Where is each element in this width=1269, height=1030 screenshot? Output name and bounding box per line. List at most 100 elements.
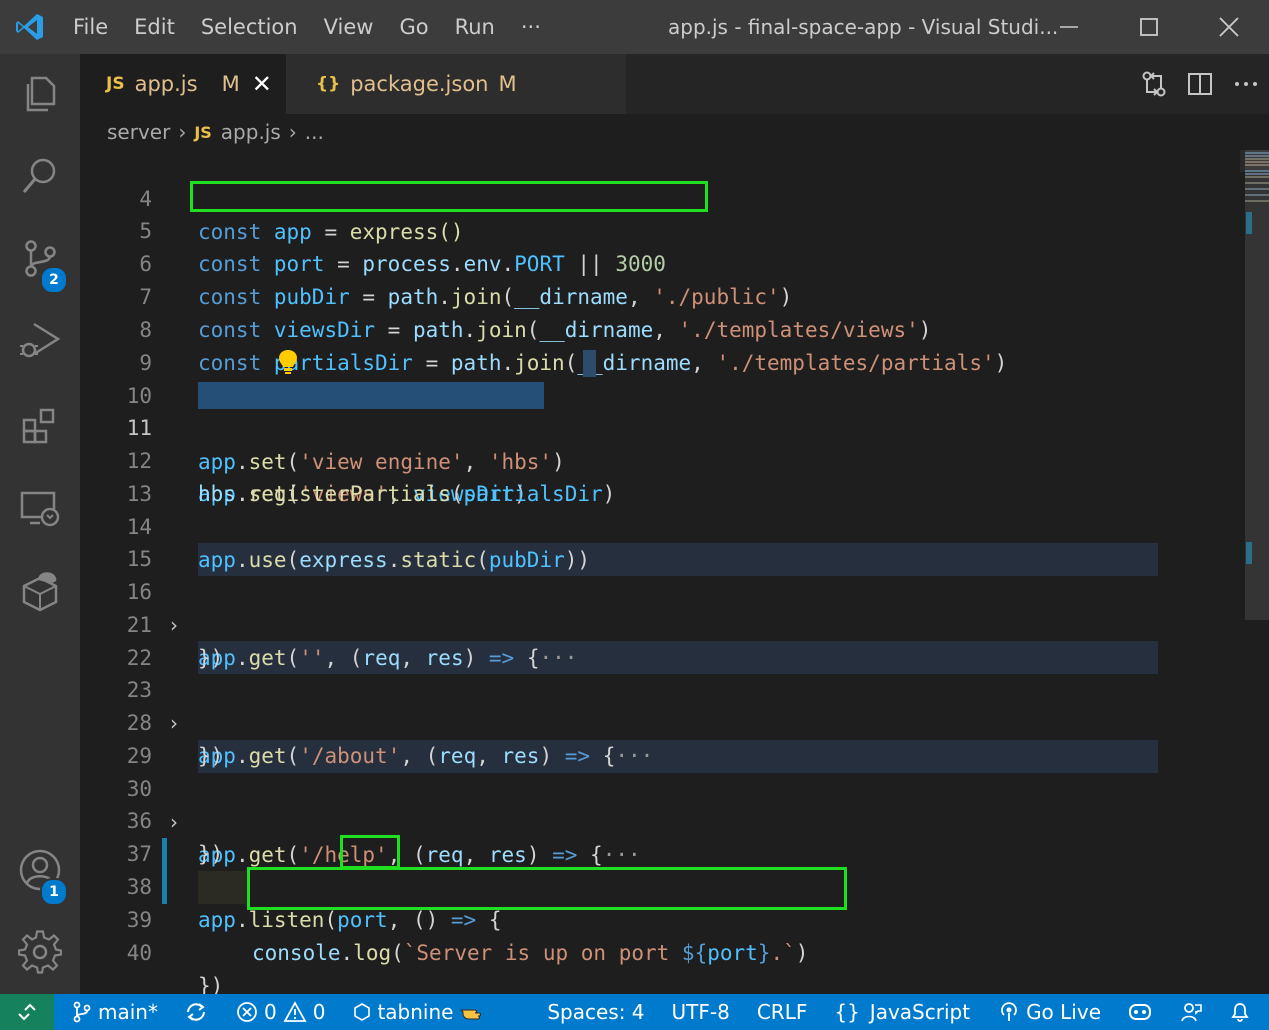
close-window-button[interactable] (1189, 0, 1269, 54)
encoding-label: UTF-8 (671, 1000, 730, 1024)
remote-explorer-button[interactable] (0, 468, 80, 548)
token: }) (198, 974, 224, 994)
feedback-icon (1181, 1003, 1202, 1022)
code-line: 28 }) (80, 674, 1240, 768)
open-changes-button[interactable] (1131, 70, 1177, 98)
run-debug-button[interactable] (0, 300, 80, 380)
menu-run[interactable]: Run (442, 0, 508, 54)
feedback-button[interactable] (1179, 1001, 1203, 1023)
tab-app-js[interactable]: JS app.js M ✕ (80, 54, 286, 114)
copilot-button[interactable] (1127, 1001, 1153, 1023)
tabnine-label: tabnine (377, 1000, 454, 1024)
remote-indicator[interactable] (0, 994, 54, 1030)
indentation-label: Spaces: 4 (547, 1000, 645, 1024)
braces-icon: {} (834, 1000, 860, 1024)
code-line: 15 (80, 510, 1240, 571)
code-line: 4 const app = express() (80, 150, 1240, 244)
language-mode-item[interactable]: {} JavaScript (834, 1000, 970, 1024)
manage-button[interactable] (0, 912, 80, 992)
notifications-button[interactable] (1229, 1001, 1251, 1023)
maximize-button[interactable] (1109, 0, 1189, 54)
bell-icon (1231, 1003, 1249, 1022)
warning-icon (283, 1001, 307, 1022)
go-live-button[interactable]: Go Live (998, 1000, 1101, 1024)
vscode-logo-icon (0, 0, 60, 54)
code-line: 14 app.use(express.static(pubDir)) (80, 478, 1240, 572)
close-tab-button[interactable]: ✕ (252, 70, 272, 98)
code-line: 37 (80, 805, 1240, 866)
menu-selection[interactable]: Selection (188, 0, 311, 54)
split-editor-button[interactable] (1177, 71, 1223, 97)
error-count: 0 (263, 1000, 277, 1024)
more-actions-button[interactable] (1223, 71, 1269, 97)
code-line: 7 const viewsDir = path.join(__dirname, … (80, 248, 1240, 342)
minimize-icon (1060, 26, 1078, 28)
explorer-button[interactable] (0, 54, 80, 134)
code-line: 10 app.set('view engine', 'hbs') (80, 347, 1240, 474)
window-controls (1029, 0, 1269, 54)
breadcrumb-more[interactable]: ... (305, 120, 324, 144)
run-debug-icon (20, 322, 61, 358)
search-button[interactable] (0, 136, 80, 216)
eol-item[interactable]: CRLF (757, 1000, 808, 1024)
javascript-file-icon: JS (106, 74, 125, 94)
token: port (707, 941, 758, 965)
search-icon (22, 158, 56, 193)
code-line: 6 const pubDir = path.join(__dirname, '.… (80, 215, 1240, 309)
editor-actions (1131, 54, 1269, 114)
token: .` (770, 941, 796, 965)
go-live-label: Go Live (1026, 1000, 1101, 1024)
git-branch-item[interactable]: main* (72, 1000, 158, 1024)
token: `Server is up on port (403, 941, 682, 965)
breadcrumb-folder[interactable]: server (107, 120, 170, 144)
indentation-item[interactable]: Spaces: 4 (547, 1000, 644, 1024)
line-number: 40 (126, 941, 152, 965)
menu-more[interactable]: ··· (508, 0, 554, 54)
code-line: 8 const partialsDir = path.join(__dirnam… (80, 281, 1240, 375)
breadcrumb-file[interactable]: app.js (221, 120, 281, 144)
branch-name: main* (98, 1000, 158, 1024)
pointing-hand-icon (460, 1009, 482, 1020)
json-file-icon: {} (316, 74, 341, 94)
maximize-icon (1140, 18, 1158, 36)
menu-go[interactable]: Go (386, 0, 441, 54)
code-line: 23 › app.get('/about', (req, res) => {··… (80, 641, 1240, 768)
menu-edit[interactable]: Edit (121, 0, 188, 54)
tab-package-json[interactable]: {} package.json M (286, 54, 626, 114)
files-icon (26, 76, 56, 112)
status-bar: main* 0 0 tabnine Spaces: 4 UTF-8 CRLF {… (0, 994, 1269, 1030)
code-line: 22 (80, 609, 1240, 670)
extensions-icon (22, 408, 55, 444)
code-editor[interactable]: 4 const app = express() 5 const port = p… (80, 150, 1269, 994)
minimize-button[interactable] (1029, 0, 1109, 54)
selection-highlight (198, 382, 544, 409)
extensions-button[interactable] (0, 386, 80, 466)
tabnine-item[interactable]: tabnine (353, 1000, 487, 1024)
breadcrumb: server › JS app.js › ... (80, 114, 1269, 150)
accounts-button[interactable]: 1 (0, 830, 80, 910)
activity-bar: 2 1 (0, 54, 80, 994)
token: console (252, 941, 341, 965)
overview-ruler-mark (1246, 212, 1252, 234)
code-line: 11 app.set('views', viewsDir) (80, 379, 1240, 506)
language-label: JavaScript (869, 1000, 971, 1024)
selection-highlight (583, 350, 596, 377)
menu-view[interactable]: View (311, 0, 387, 54)
compare-changes-icon (1142, 71, 1166, 97)
source-control-button[interactable]: 2 (0, 218, 80, 298)
code-line: 36 }) (80, 772, 1240, 866)
problems-item[interactable]: 0 0 (236, 1000, 325, 1024)
code-line: 21 }) (80, 576, 1240, 670)
encoding-item[interactable]: UTF-8 (672, 1000, 730, 1024)
docker-button[interactable] (0, 550, 80, 630)
remote-icon (18, 1003, 36, 1021)
modified-indicator: M (498, 72, 517, 96)
scm-badge: 2 (40, 266, 68, 294)
menu-file[interactable]: File (60, 0, 121, 54)
warning-count: 0 (312, 1000, 326, 1024)
sync-button[interactable] (184, 1001, 208, 1023)
title-bar: File Edit Selection View Go Run ··· app.… (0, 0, 1269, 54)
copilot-icon (1129, 1004, 1151, 1020)
code-line: 12 hbs.registerPartials(partialsDir) (80, 412, 1240, 506)
git-branch-icon (73, 1001, 91, 1023)
